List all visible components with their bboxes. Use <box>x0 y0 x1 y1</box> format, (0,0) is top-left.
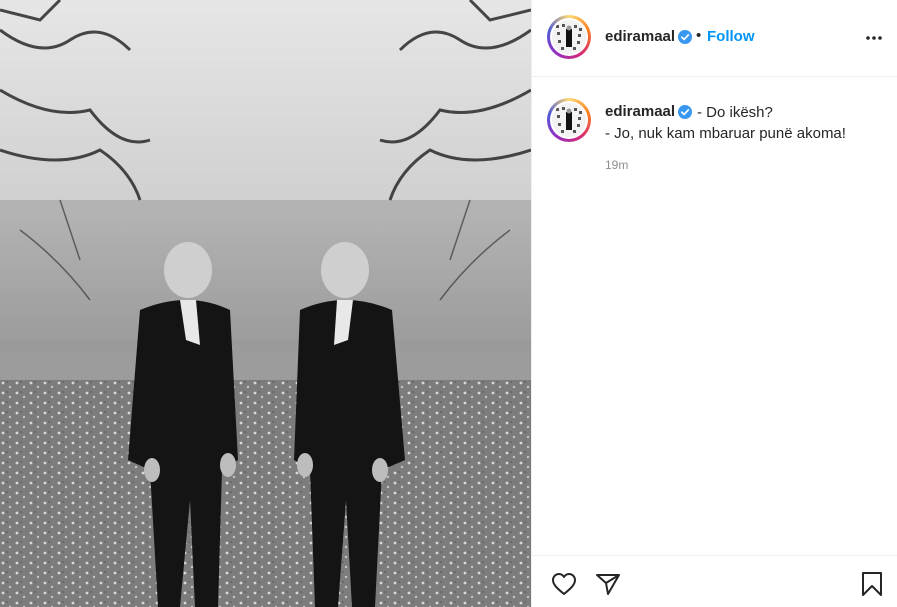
post-header: ediramaal • Follow <box>532 0 897 77</box>
caption-avatar[interactable] <box>547 98 591 142</box>
post-timestamp[interactable]: 19m <box>605 158 628 172</box>
more-options-icon[interactable] <box>864 28 884 48</box>
post-side-panel: ediramaal • Follow ediramaal - Do ikësh?… <box>531 0 897 607</box>
avatar[interactable] <box>547 15 591 59</box>
paper-plane-icon[interactable] <box>594 570 622 598</box>
caption-username[interactable]: ediramaal <box>605 103 675 121</box>
separator-dot: • <box>696 27 702 44</box>
follow-button[interactable]: Follow <box>707 28 755 46</box>
post-photo[interactable] <box>0 0 531 607</box>
caption-text-line-1: - Do ikësh? <box>697 104 773 121</box>
caption-text-line-2: - Jo, nuk kam mbaruar punë akoma! <box>605 125 846 142</box>
post-photo-image <box>0 0 531 607</box>
verified-badge-icon <box>678 30 692 44</box>
bookmark-icon[interactable] <box>858 570 886 598</box>
post-actions-bar <box>532 555 897 607</box>
heart-icon[interactable] <box>550 570 578 598</box>
verified-badge-icon <box>678 105 692 119</box>
author-username[interactable]: ediramaal <box>605 28 675 46</box>
